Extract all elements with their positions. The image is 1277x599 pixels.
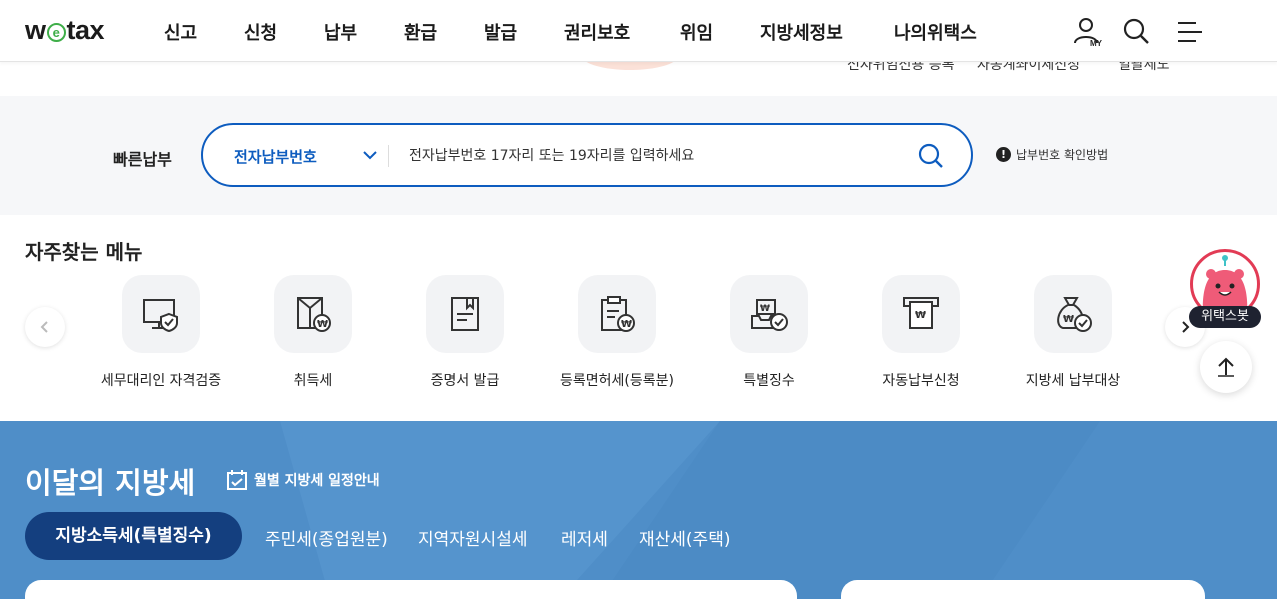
- monitor-shield-icon: [122, 275, 200, 353]
- alert-icon: !: [996, 147, 1011, 162]
- monthly-schedule-link[interactable]: 월별 지방세 일정안내: [226, 469, 380, 491]
- nav-item-my-wetax[interactable]: 나의위택스: [894, 19, 977, 45]
- fav-label: 증명서 발급: [430, 373, 500, 389]
- wetax-logo[interactable]: w e tax: [25, 15, 105, 46]
- document-bookmark-icon: [426, 275, 504, 353]
- calendar-check-icon: [227, 470, 247, 490]
- nav-item-refund[interactable]: 환급: [404, 19, 437, 45]
- tray-check-icon: ₩: [730, 275, 808, 353]
- svg-text:₩: ₩: [317, 319, 328, 330]
- svg-text:₩: ₩: [760, 304, 770, 314]
- search-icon[interactable]: [1122, 17, 1150, 49]
- svg-text:₩: ₩: [621, 319, 632, 330]
- banner-link-auto-transfer[interactable]: 자동계좌이체신청: [977, 62, 1080, 74]
- banner-link-e-delegation[interactable]: 전자위임전용 등록: [847, 62, 955, 74]
- select-divider: [388, 145, 389, 167]
- quick-pay-section: 빠른납부 전자납부번호 ! 납부번호 확인방법: [0, 96, 1277, 215]
- scrolled-banner-strip: 전자위임전용 등록 자동계좌이체신청 일괄세도: [0, 62, 1277, 96]
- top-header: w e tax 신고 신청 납부 환급 발급 권리보호 위임 지방세정보 나의위택스…: [0, 0, 1277, 62]
- money-bag-check-icon: ₩: [1034, 275, 1112, 353]
- favorites-title: 자주찾는 메뉴: [25, 240, 143, 264]
- monthly-tax-side-card: [841, 580, 1205, 599]
- quick-pay-box: 전자납부번호: [201, 123, 973, 187]
- atm-receipt-icon: ₩: [882, 275, 960, 353]
- payment-type-select[interactable]: 전자납부번호: [234, 146, 317, 167]
- quick-pay-label: 빠른납부: [113, 150, 172, 169]
- my-label: MY: [1090, 39, 1103, 48]
- arrow-up-icon: [1218, 357, 1234, 377]
- my-page-icon[interactable]: MY: [1072, 17, 1104, 53]
- fav-item-auto-payment[interactable]: ₩ 자동납부신청: [845, 275, 997, 390]
- fav-item-acquisition-tax[interactable]: ₩ 취득세: [237, 275, 389, 390]
- fav-label: 자동납부신청: [882, 373, 960, 389]
- nav-item-rights[interactable]: 권리보호: [564, 19, 630, 45]
- clipboard-won-icon: ₩: [578, 275, 656, 353]
- payment-number-help-link[interactable]: ! 납부번호 확인방법: [996, 146, 1108, 163]
- fav-label: 취득세: [293, 373, 333, 389]
- fav-item-certificate[interactable]: 증명서 발급: [389, 275, 541, 390]
- nav-item-apply[interactable]: 신청: [244, 19, 277, 45]
- chevron-down-icon[interactable]: [362, 147, 378, 167]
- nav-item-issue[interactable]: 발급: [484, 19, 517, 45]
- menu-icon[interactable]: [1176, 20, 1204, 48]
- fav-label: 특별징수: [743, 373, 795, 389]
- monthly-tax-card: [25, 580, 797, 599]
- nav-item-report[interactable]: 신고: [164, 19, 197, 45]
- fav-item-special-collection[interactable]: ₩ 특별징수: [693, 275, 845, 390]
- banner-illustration: [582, 62, 678, 70]
- tab-local-income-tax[interactable]: 지방소득세(특별징수): [25, 512, 242, 560]
- quick-pay-search-icon[interactable]: [917, 142, 945, 174]
- tab-resident-tax[interactable]: 주민세(종업원분): [265, 525, 388, 550]
- nav-item-tax-info[interactable]: 지방세정보: [760, 19, 843, 45]
- wetax-chatbot-button[interactable]: 위택스봇: [1189, 248, 1261, 332]
- chatbot-label: 위택스봇: [1189, 306, 1261, 328]
- fav-label: 등록면허세(등록분): [560, 373, 674, 389]
- scroll-top-button[interactable]: [1200, 341, 1252, 393]
- payment-number-input[interactable]: [409, 139, 889, 173]
- schedule-label: 월별 지방세 일정안내: [254, 473, 380, 489]
- tab-property-tax[interactable]: 재산세(주택): [639, 525, 730, 550]
- carousel-prev-button[interactable]: [25, 307, 65, 347]
- fav-label: 지방세 납부대상: [1025, 373, 1121, 389]
- help-label: 납부번호 확인방법: [1016, 148, 1109, 162]
- fav-item-payment-target[interactable]: ₩ 지방세 납부대상: [997, 275, 1149, 390]
- chevron-left-icon: [40, 321, 48, 333]
- decorative-shapes: [280, 421, 1100, 599]
- fav-item-registration-license-tax[interactable]: ₩ 등록면허세(등록분): [541, 275, 693, 390]
- svg-text:₩: ₩: [915, 310, 926, 321]
- svg-text:₩: ₩: [1063, 314, 1074, 325]
- tab-regional-resource-tax[interactable]: 지역자원시설세: [418, 525, 527, 550]
- fav-item-agent-verify[interactable]: 세무대리인 자격검증: [85, 275, 237, 390]
- nav-item-pay[interactable]: 납부: [324, 19, 357, 45]
- nav-item-delegate[interactable]: 위임: [680, 19, 713, 45]
- monthly-tax-section: 이달의 지방세 월별 지방세 일정안내 지방소득세(특별징수) 주민세(종업원분…: [0, 421, 1277, 599]
- monthly-tax-title: 이달의 지방세: [25, 466, 196, 500]
- fav-label: 세무대리인 자격검증: [100, 373, 222, 389]
- envelope-won-icon: ₩: [274, 275, 352, 353]
- banner-link-bulk[interactable]: 일괄세도: [1118, 62, 1170, 74]
- tab-leisure-tax[interactable]: 레저세: [561, 525, 608, 550]
